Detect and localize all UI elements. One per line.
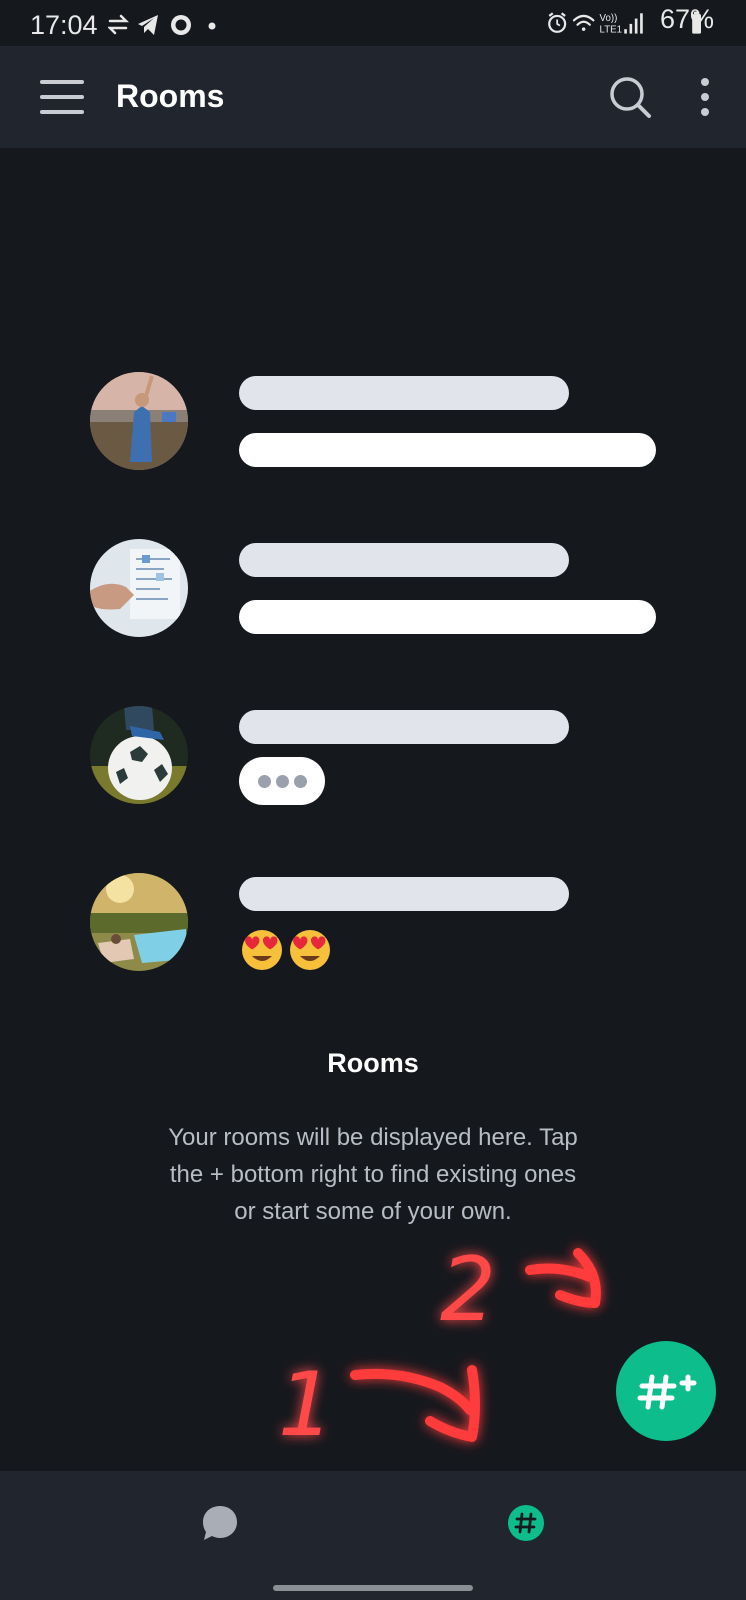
heart-eyes-icon	[290, 930, 330, 970]
avatar-people-field	[90, 372, 188, 470]
placeholder-line	[239, 600, 656, 634]
annotation-label-1: 1	[278, 1353, 334, 1456]
hash-icon[interactable]	[507, 1504, 545, 1542]
heart-eyes-icon	[242, 930, 282, 970]
battery-percent: 67%	[659, 4, 714, 34]
cell-signal-icon	[624, 13, 643, 34]
alarm-icon	[548, 12, 567, 33]
placeholder-line	[239, 376, 569, 410]
more-vert-icon[interactable]	[690, 76, 720, 118]
app-bar: Rooms	[0, 46, 746, 148]
create-room-button[interactable]	[616, 1341, 716, 1441]
signal-icon	[171, 15, 191, 35]
home-indicator[interactable]	[273, 1585, 473, 1591]
telegram-icon	[138, 15, 158, 35]
empty-state-title: Rooms	[327, 1048, 419, 1078]
status-bar: 17:04 Vo)) LTE1 67%	[0, 0, 746, 46]
annotation-label-2: 2	[440, 1238, 496, 1341]
svg-text:Vo)): Vo))	[600, 13, 618, 24]
typing-dot	[258, 775, 271, 788]
avatar-pool	[90, 873, 188, 971]
avatar-football	[90, 706, 188, 804]
heart-eyes-emoji	[242, 930, 330, 970]
placeholder-line	[239, 433, 656, 467]
dot-icon	[208, 22, 216, 30]
status-time: 17:04	[30, 10, 98, 40]
placeholder-line	[239, 710, 569, 744]
chat-bubble-icon[interactable]	[201, 1504, 239, 1542]
search-icon[interactable]	[607, 74, 653, 120]
avatar-whiteboard	[90, 539, 188, 637]
page-title: Rooms	[116, 78, 225, 114]
typing-dot	[276, 775, 289, 788]
typing-bubble	[239, 757, 325, 805]
typing-dot	[294, 775, 307, 788]
data-transfer-icon	[108, 14, 130, 35]
menu-icon[interactable]	[40, 78, 84, 116]
bottom-nav	[0, 1471, 746, 1600]
svg-text:LTE1: LTE1	[600, 25, 622, 36]
annotation-arrow	[525, 1248, 601, 1308]
placeholder-line	[239, 877, 569, 911]
volte-icon: Vo)) LTE1	[600, 13, 622, 35]
annotation-arrow	[350, 1365, 480, 1442]
status-left-icons	[108, 14, 216, 35]
room-plus-icon	[637, 1374, 697, 1410]
wifi-icon	[572, 14, 595, 31]
empty-state-description: Your rooms will be displayed here. Tap t…	[168, 1124, 578, 1225]
placeholder-line	[239, 543, 569, 577]
